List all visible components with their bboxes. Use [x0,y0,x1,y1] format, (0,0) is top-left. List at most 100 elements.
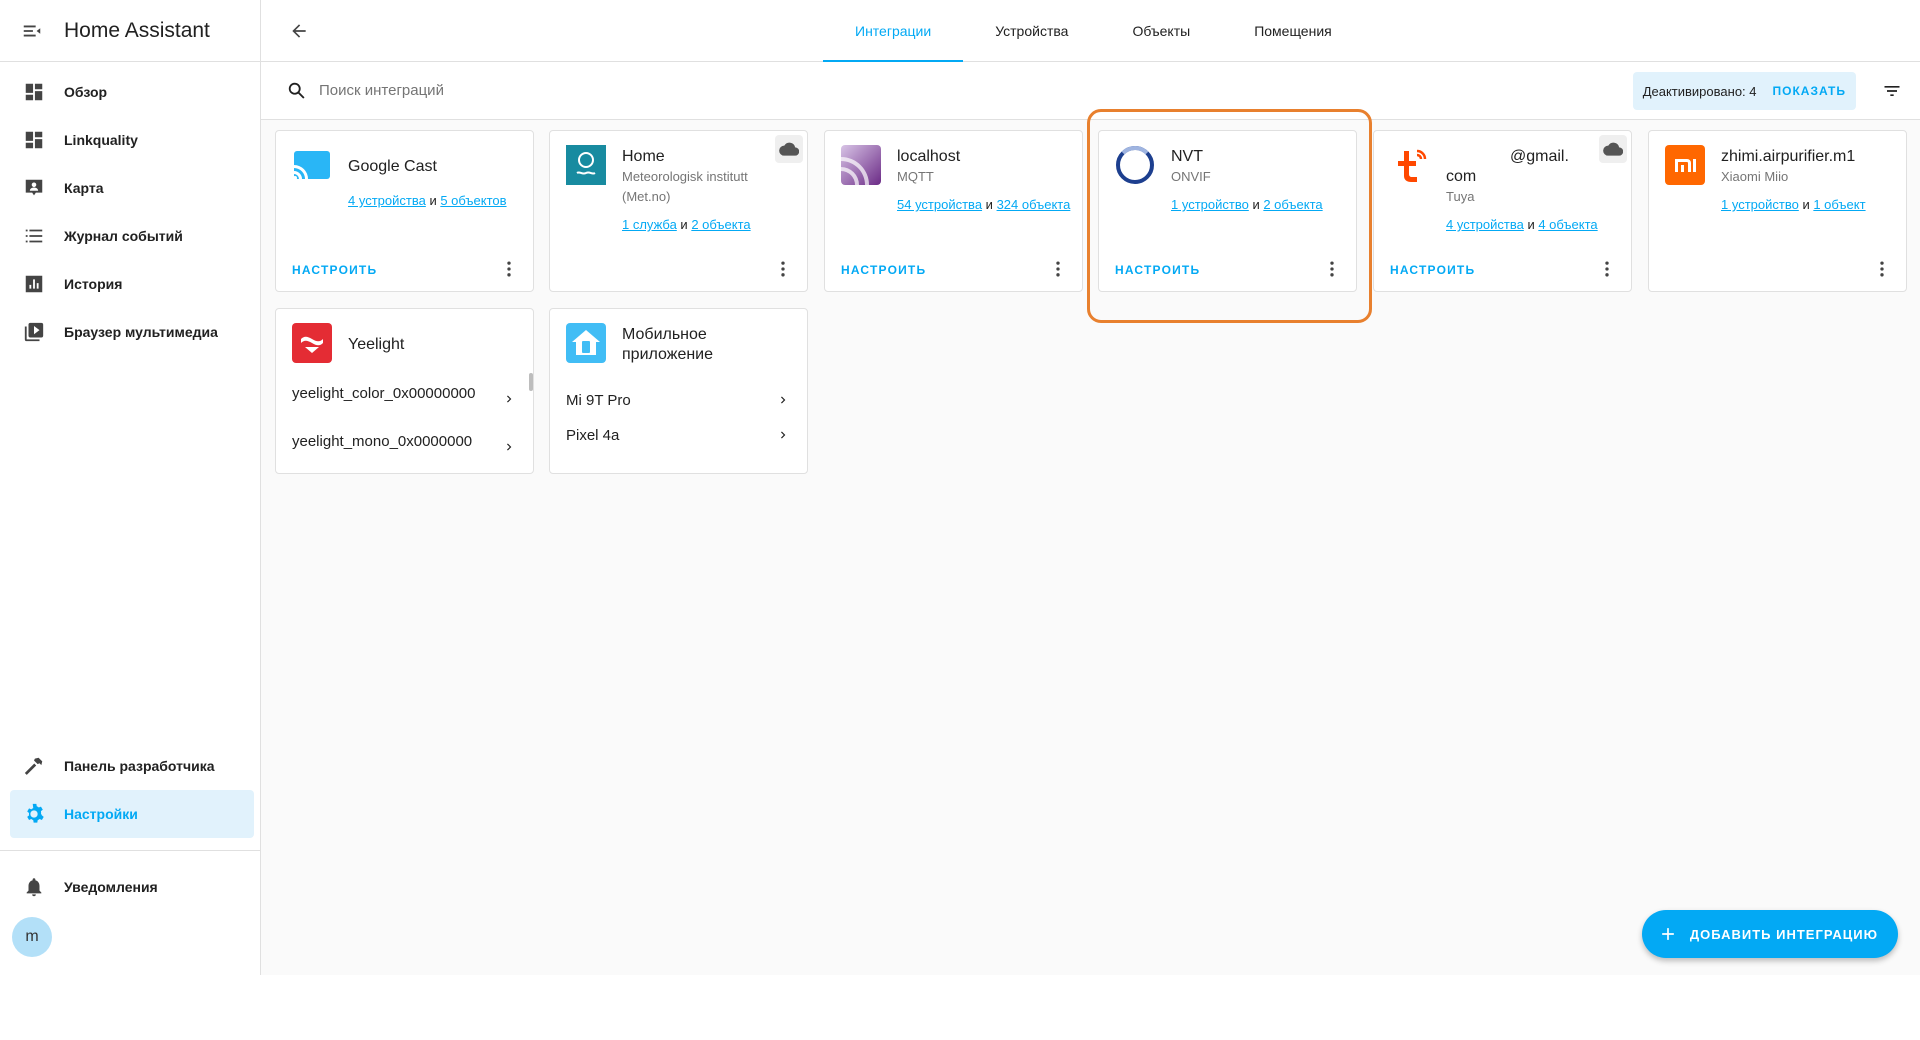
overflow-menu-button[interactable] [1872,259,1892,279]
device-name: Mi 9T Pro [566,391,631,409]
integration-card-mqtt: localhost MQTT 54 устройства и 324 объек… [824,130,1083,292]
sidebar-item-media-browser[interactable]: Браузер мультимедиа [10,308,254,356]
entities-link[interactable]: 2 объекта [691,217,750,232]
tab-entities[interactable]: Объекты [1100,0,1222,62]
sidebar-item-notifications[interactable]: Уведомления [10,863,254,911]
devices-link[interactable]: 4 устройства [348,193,426,208]
configure-button[interactable]: НАСТРОИТЬ [841,263,926,277]
search-input[interactable] [319,82,919,99]
dots-vertical-icon [507,261,511,277]
device-row[interactable]: yeelight_mono_0x0000000 [292,426,517,456]
joiner-text: и [1802,197,1810,212]
devices-link[interactable]: 1 устройство [1721,197,1799,212]
tab-areas[interactable]: Помещения [1222,0,1364,62]
met-logo [566,145,606,185]
yeelight-logo [292,323,332,363]
sidebar-bottom: Панель разработчика Настройки Уведомлени… [0,742,260,963]
tab-integrations[interactable]: Интеграции [823,0,964,62]
map-account-icon [10,177,64,199]
chevron-right-icon [775,427,791,443]
devices-link[interactable]: 4 устройства [1446,217,1524,232]
integration-links: 4 устройства и 5 объектов [348,191,523,211]
integration-title: Yeelight [348,336,405,353]
integration-card-met: Home Meteorologisk institutt (Met.no) 1 … [549,130,808,292]
integration-card-google-cast: Google Cast 4 устройства и 5 объектов НА… [275,130,534,292]
device-row[interactable]: Pixel 4a [566,420,791,450]
joiner-text: и [1527,217,1535,232]
bell-icon [10,876,64,898]
menu-open-icon [23,25,41,36]
app-window: Home Assistant Обзор Linkquality Карта Ж… [0,0,1920,975]
integration-title: Home [622,148,665,165]
tuya-logo [1390,145,1430,185]
integration-title-continued: com [1446,168,1477,185]
integration-subtitle: Meteorologisk institutt (Met.no) [622,169,748,204]
scrollbar-thumb[interactable] [529,373,533,391]
services-link[interactable]: 1 служба [622,217,677,232]
sidebar-item-history[interactable]: История [10,260,254,308]
device-name: Pixel 4a [566,426,620,444]
sidebar-item-label: Настройки [64,806,138,822]
top-bar: Интеграции Устройства Объекты Помещения [261,0,1920,62]
integration-title: zhimi.airpurifier.m1 [1721,148,1856,165]
integration-card-tuya: @gmail. com Tuya 4 устройства и 4 объект… [1373,130,1632,292]
add-integration-button[interactable]: ДОБАВИТЬ ИНТЕГРАЦИЮ [1641,910,1898,958]
device-row[interactable]: Mi 9T Pro [566,385,791,415]
sidebar-item-map[interactable]: Карта [10,164,254,212]
overflow-menu-button[interactable] [1048,259,1068,279]
overflow-menu-button[interactable] [773,259,793,279]
play-box-icon [10,321,64,343]
joiner-text: и [680,217,688,232]
search-icon [285,79,309,103]
entities-link[interactable]: 1 объект [1813,197,1865,212]
cloud-icon [775,135,803,163]
dashboard-icon [10,81,64,103]
integration-card-xiaomi-miio: zhimi.airpurifier.m1 Xiaomi Miio 1 устро… [1648,130,1907,292]
integration-title: @gmail. [1510,148,1569,165]
sidebar-item-linkquality[interactable]: Linkquality [10,116,254,164]
configure-button[interactable]: НАСТРОИТЬ [1390,263,1475,277]
devices-link[interactable]: 54 устройства [897,197,982,212]
back-button[interactable] [285,17,313,45]
avatar[interactable]: m [12,917,52,957]
integration-subtitle: Xiaomi Miio [1721,169,1789,184]
menu-toggle-button[interactable] [0,0,64,62]
device-row[interactable]: yeelight_color_0x00000000 [292,378,517,408]
device-name: yeelight_mono_0x0000000 [292,432,473,450]
sidebar-item-overview[interactable]: Обзор [10,68,254,116]
sidebar-header: Home Assistant [0,0,260,62]
format-list-icon [10,225,64,247]
mqtt-logo [841,145,881,185]
sidebar-nav: Обзор Linkquality Карта Журнал событий И… [0,62,260,356]
sidebar-divider [0,850,260,851]
mobile-app-logo [566,323,606,363]
highlight-frame [1087,109,1372,323]
sidebar-item-developer-tools[interactable]: Панель разработчика [10,742,254,790]
user-row: m [0,911,260,963]
plus-icon [1656,922,1680,946]
dots-vertical-icon [781,261,785,277]
entities-link[interactable]: 4 объекта [1538,217,1597,232]
filter-button[interactable] [1880,79,1904,103]
sidebar-item-label: Журнал событий [64,228,183,244]
integration-title: Google Cast [348,158,437,175]
integration-links: 4 устройства и 4 объекта [1446,215,1621,235]
sidebar-item-label: Панель разработчика [64,758,215,774]
overflow-menu-button[interactable] [499,259,519,279]
tab-bar: Интеграции Устройства Объекты Помещения [823,0,1364,62]
sidebar: Home Assistant Обзор Linkquality Карта Ж… [0,0,261,975]
chevron-right-icon [501,439,517,455]
filter-icon [1884,86,1900,96]
tab-devices[interactable]: Устройства [963,0,1100,62]
sidebar-item-settings[interactable]: Настройки [10,790,254,838]
overflow-menu-button[interactable] [1597,259,1617,279]
add-integration-label: ДОБАВИТЬ ИНТЕГРАЦИЮ [1689,926,1878,942]
integration-card-mobile-app: Мобильное приложение Mi 9T Pro Pixel 4a [549,308,808,474]
chevron-right-icon [775,392,791,408]
entities-link[interactable]: 324 объекта [997,197,1071,212]
entities-link[interactable]: 5 объектов [440,193,506,208]
show-disabled-button[interactable]: ПОКАЗАТЬ [1773,84,1847,98]
configure-button[interactable]: НАСТРОИТЬ [292,263,377,277]
sidebar-item-logbook[interactable]: Журнал событий [10,212,254,260]
dots-vertical-icon [1056,261,1060,277]
